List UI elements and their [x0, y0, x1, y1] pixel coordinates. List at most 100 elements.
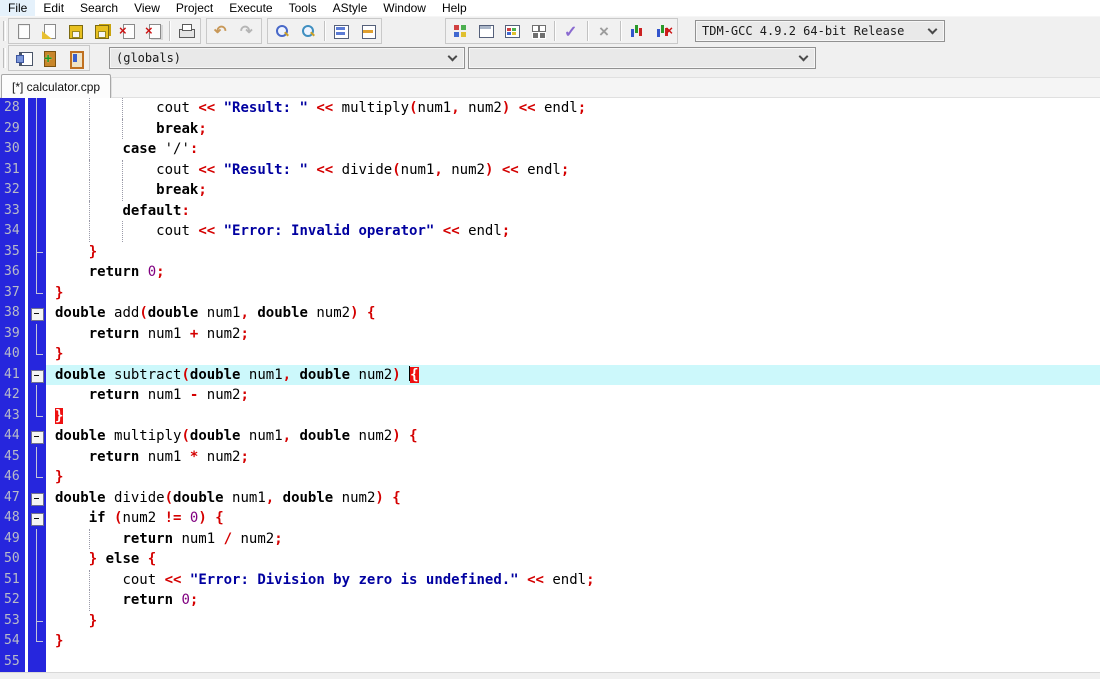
menu-project[interactable]: Project [168, 0, 221, 16]
fold-collapse-icon[interactable] [28, 364, 46, 385]
print-icon [178, 23, 195, 39]
code-text: } else { [88, 551, 157, 567]
code-line-42[interactable]: 42 return num1 - num2; [0, 385, 1100, 406]
rebuild-all-button[interactable] [525, 19, 551, 43]
close-all-button[interactable] [140, 19, 166, 43]
redo-button[interactable] [234, 19, 260, 43]
menu-astyle[interactable]: AStyle [325, 0, 376, 16]
code-line-37[interactable]: 37} [0, 282, 1100, 303]
code-text: double subtract(double num1, double num2… [46, 364, 1100, 385]
save-button[interactable] [62, 19, 88, 43]
menu-window[interactable]: Window [375, 0, 434, 16]
code-editor[interactable]: 28 cout << "Result: " << multiply(num1, … [0, 98, 1100, 672]
tab-bar-empty-area [111, 77, 1100, 98]
compile-log-button[interactable] [354, 19, 380, 43]
globals-select[interactable]: (globals) [109, 46, 465, 69]
code-line-36[interactable]: 36 return 0; [0, 262, 1100, 283]
fold-collapse-icon[interactable] [28, 508, 46, 529]
line-number: 49 [0, 528, 25, 549]
fold-collapse-icon[interactable] [28, 303, 46, 324]
code-text: } [55, 469, 64, 485]
compile-run-button[interactable] [499, 19, 525, 43]
line-number: 42 [0, 385, 25, 406]
toolbar-group [8, 44, 90, 71]
save-all-button[interactable] [88, 19, 114, 43]
indent-guide [88, 98, 90, 119]
profile-button[interactable] [624, 19, 650, 43]
delete-profiling-button[interactable] [650, 19, 676, 43]
code-text: cout << "Error: Invalid operator" << end… [46, 221, 1100, 242]
goto-declaration-button[interactable] [10, 46, 36, 70]
globals-select-value: (globals) [116, 50, 182, 65]
code-line-39[interactable]: 39 return num1 + num2; [0, 323, 1100, 344]
code-line-40[interactable]: 40} [0, 344, 1100, 365]
fold-margin [28, 610, 46, 631]
code-line-28[interactable]: 28 cout << "Result: " << multiply(num1, … [0, 98, 1100, 119]
abort-button[interactable] [591, 19, 617, 43]
members-select[interactable] [468, 46, 816, 69]
code-line-29[interactable]: 29 break; [0, 118, 1100, 139]
code-line-54[interactable]: 54} [0, 631, 1100, 652]
code-line-55[interactable]: 55 [0, 651, 1100, 672]
close-file-icon [119, 23, 135, 39]
toolbar-grip[interactable] [3, 47, 6, 68]
run-button[interactable] [473, 19, 499, 43]
code-line-35[interactable]: 35 } [0, 241, 1100, 262]
code-line-52[interactable]: 52 return 0; [0, 590, 1100, 611]
undo-button[interactable] [208, 19, 234, 43]
class-browser-toolbar: (globals) [0, 44, 1100, 71]
line-number: 29 [0, 118, 25, 139]
code-line-44[interactable]: 44 double multiply(double num1, double nu… [0, 426, 1100, 447]
menu-help[interactable]: Help [434, 0, 475, 16]
fold-margin [28, 200, 46, 221]
syntax-check-button[interactable] [558, 19, 584, 43]
code-line-43[interactable]: 43} [0, 405, 1100, 426]
code-line-51[interactable]: 51 cout << "Error: Division by zero is u… [0, 569, 1100, 590]
new-class-button[interactable] [36, 46, 62, 70]
abort-icon [596, 22, 612, 42]
code-line-30[interactable]: 30 case '/': [0, 139, 1100, 160]
open-file-button[interactable] [36, 19, 62, 43]
tab-calculator-cpp[interactable]: [*] calculator.cpp [1, 74, 112, 98]
code-line-45[interactable]: 45 return num1 * num2; [0, 446, 1100, 467]
indent-guide [88, 528, 90, 549]
code-text: } [88, 243, 98, 260]
new-file-button[interactable] [10, 19, 36, 43]
project-manager-button[interactable] [328, 19, 354, 43]
code-line-33[interactable]: 33 default: [0, 200, 1100, 221]
find-button[interactable] [269, 19, 295, 43]
fold-collapse-icon[interactable] [28, 426, 46, 447]
code-line-38[interactable]: 38 double add(double num1, double num2) { [0, 303, 1100, 324]
toolbar-grip[interactable] [3, 20, 6, 41]
code-line-48[interactable]: 48 if (num2 != 0) { [0, 508, 1100, 529]
fold-collapse-icon[interactable] [28, 487, 46, 508]
project-manager-icon [333, 23, 349, 39]
line-number: 34 [0, 221, 25, 242]
code-line-32[interactable]: 32 break; [0, 180, 1100, 201]
fold-margin [28, 467, 46, 488]
compiler-select[interactable]: TDM-GCC 4.9.2 64-bit Release [695, 19, 945, 42]
code-line-31[interactable]: 31 cout << "Result: " << divide(num1, nu… [0, 159, 1100, 180]
view-members-button[interactable] [62, 46, 88, 70]
fold-margin [28, 159, 46, 180]
menu-edit[interactable]: Edit [35, 0, 72, 16]
code-line-50[interactable]: 50 } else { [0, 549, 1100, 570]
menu-search[interactable]: Search [72, 0, 126, 16]
code-line-34[interactable]: 34 cout << "Error: Invalid operator" << … [0, 221, 1100, 242]
code-text: break; [46, 118, 1100, 139]
replace-button[interactable] [295, 19, 321, 43]
code-line-46[interactable]: 46} [0, 467, 1100, 488]
compile-button[interactable] [447, 19, 473, 43]
menu-execute[interactable]: Execute [221, 0, 280, 16]
code-line-53[interactable]: 53 } [0, 610, 1100, 631]
code-line-49[interactable]: 49 return num1 / num2; [0, 528, 1100, 549]
code-line-47[interactable]: 47 double divide(double num1, double num2… [0, 487, 1100, 508]
menu-tools[interactable]: Tools [281, 0, 325, 16]
menu-file[interactable]: File [0, 0, 36, 16]
menu-view[interactable]: View [126, 0, 168, 16]
print-button[interactable] [173, 19, 199, 43]
chevron-down-icon [798, 51, 809, 61]
fold-margin [28, 139, 46, 160]
code-line-41[interactable]: 41 double subtract(double num1, double nu… [0, 364, 1100, 385]
close-file-button[interactable] [114, 19, 140, 43]
